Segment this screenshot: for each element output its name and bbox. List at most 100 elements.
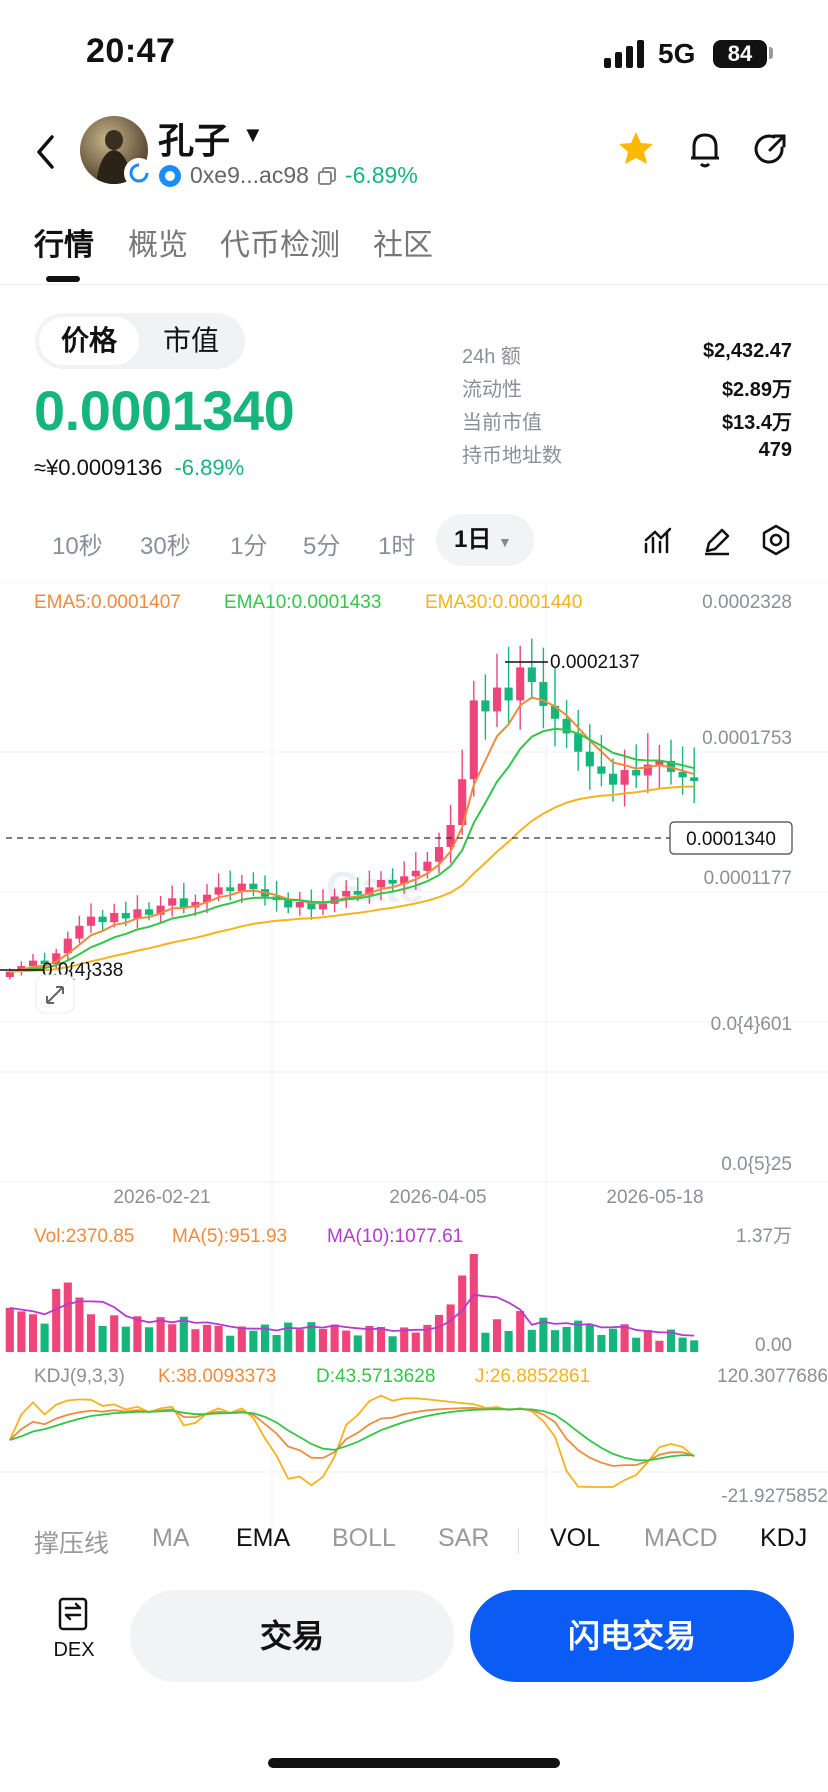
candle (469, 700, 478, 780)
candle (516, 667, 525, 701)
interval-5m[interactable]: 5分 (303, 526, 340, 561)
current-price: 0.0001340 (34, 379, 295, 442)
share-icon[interactable] (752, 132, 788, 168)
volume-bar (144, 1327, 154, 1352)
bottom-action-bar: DEX 交易 闪电交易 (0, 1580, 828, 1700)
volume-bar (620, 1324, 629, 1352)
volume-bar (376, 1326, 386, 1352)
bell-icon[interactable] (688, 130, 722, 170)
copy-icon[interactable] (317, 166, 337, 186)
candle (434, 847, 444, 862)
candle (237, 883, 246, 891)
indicator-chart-icon[interactable] (643, 526, 673, 556)
candle (318, 903, 328, 910)
stat-value: $13.4万 (721, 412, 792, 434)
volume-bar (562, 1326, 571, 1352)
status-time: 20:47 (86, 32, 176, 70)
volume-bar (121, 1326, 130, 1352)
token-dropdown-icon[interactable]: ▼ (242, 122, 264, 148)
volume-bar (516, 1311, 525, 1352)
volume-bar (434, 1314, 444, 1352)
volume-bar (249, 1330, 258, 1352)
indicator-boll[interactable]: BOLL (332, 1524, 396, 1553)
dex-button[interactable]: DEX (48, 1596, 100, 1662)
indicator-ma[interactable]: MA (152, 1524, 190, 1553)
candle (678, 771, 687, 778)
indicator-kdj[interactable]: KDJ (760, 1524, 807, 1553)
draw-pen-icon[interactable] (702, 526, 732, 556)
kdj-y-tick: -21.9275852 (721, 1486, 828, 1507)
volume-bar (527, 1329, 536, 1352)
candle (98, 916, 107, 923)
volume-bar (643, 1330, 652, 1352)
candle (179, 898, 188, 908)
interval-30s[interactable]: 30秒 (140, 526, 191, 561)
stat-label: 持币地址数 (462, 445, 562, 467)
candle (28, 960, 38, 967)
candle (632, 770, 641, 776)
battery-icon: 84 (713, 40, 767, 68)
candle (342, 890, 351, 897)
y-tick: 0.0002328 (702, 592, 792, 613)
stat-row: 当前市值 $13.4万 (462, 406, 792, 439)
token-change: -6.89% (344, 162, 418, 188)
price-change: -6.89% (174, 455, 245, 480)
kdj-d-line (9, 1408, 695, 1462)
kdj-j-legend: J:26.8852861 (475, 1366, 590, 1387)
stats-panel: 24h 额 $2,432.47 流动性 $2.89万 当前市值 $13.4万 持币地址… (462, 340, 792, 472)
indicator-vol[interactable]: VOL (550, 1524, 600, 1553)
interval-1h[interactable]: 1时 (378, 526, 415, 561)
trade-button[interactable]: 交易 (130, 1590, 454, 1682)
home-indicator (268, 1758, 560, 1768)
y-tick: 0.0{4}601 (711, 1014, 792, 1035)
candlestick-chart: Gate EMA5:0.0001407 EMA10:0.0001433 EMA3… (0, 581, 828, 1527)
interval-selected[interactable]: 1日 ▼ (436, 514, 534, 566)
tab-community[interactable]: 社区 (373, 220, 433, 264)
candle (214, 887, 223, 895)
candle (121, 912, 130, 919)
volume-bar (492, 1319, 502, 1352)
indicator-sar[interactable]: SAR (438, 1524, 489, 1553)
volume-bar (353, 1335, 362, 1352)
x-tick: 2026-05-18 (606, 1187, 703, 1208)
volume-bar (481, 1332, 490, 1352)
kdj-k-line (9, 1406, 695, 1467)
stat-value: $2,432.47 (703, 340, 792, 362)
vol-legend: Vol:2370.85 (34, 1226, 134, 1247)
token-name[interactable]: 孔子 (158, 112, 230, 164)
tab-overview[interactable]: 概览 (128, 220, 188, 264)
token-address: 0xe9...ac98 (190, 162, 309, 188)
interval-10s[interactable]: 10秒 (52, 526, 103, 561)
toggle-market-cap[interactable]: 市值 (141, 313, 241, 369)
toggle-price[interactable]: 价格 (39, 317, 139, 365)
chain-logo-icon (159, 164, 181, 187)
candle (226, 887, 235, 891)
stat-row: 持币地址数 479 (462, 439, 792, 472)
dex-icon (58, 1597, 88, 1631)
volume-bar (446, 1304, 455, 1352)
stat-label: 24h 额 (462, 346, 521, 368)
volume-bar (655, 1340, 664, 1352)
settings-icon[interactable] (760, 524, 792, 556)
address-row: 0xe9...ac98 -6.89% (158, 162, 418, 189)
price-cny-row: ≈¥0.0009136 -6.89% (34, 455, 244, 481)
status-bar: 20:47 5G 84 (0, 0, 828, 100)
volume-bar (156, 1317, 165, 1352)
tab-token-check[interactable]: 代币检测 (220, 220, 340, 264)
interval-1m[interactable]: 1分 (230, 526, 267, 561)
chain-icon (124, 158, 154, 188)
candle (388, 879, 397, 884)
vol-ma5-legend: MA(5):951.93 (172, 1226, 287, 1247)
chart-area[interactable]: Gate EMA5:0.0001407 EMA10:0.0001433 EMA3… (0, 581, 828, 1538)
indicator-macd[interactable]: MACD (644, 1524, 718, 1553)
candle (481, 700, 490, 712)
indicator-support[interactable]: 撑压线 (34, 1524, 109, 1560)
flash-trade-button[interactable]: 闪电交易 (470, 1590, 794, 1682)
tab-market[interactable]: 行情 (34, 220, 94, 264)
back-icon[interactable] (34, 134, 58, 170)
stat-value: 479 (758, 439, 792, 461)
indicator-ema[interactable]: EMA (236, 1524, 290, 1553)
favorite-star-icon[interactable] (617, 130, 655, 168)
candle (492, 687, 502, 712)
volume-bars (5, 1254, 699, 1352)
